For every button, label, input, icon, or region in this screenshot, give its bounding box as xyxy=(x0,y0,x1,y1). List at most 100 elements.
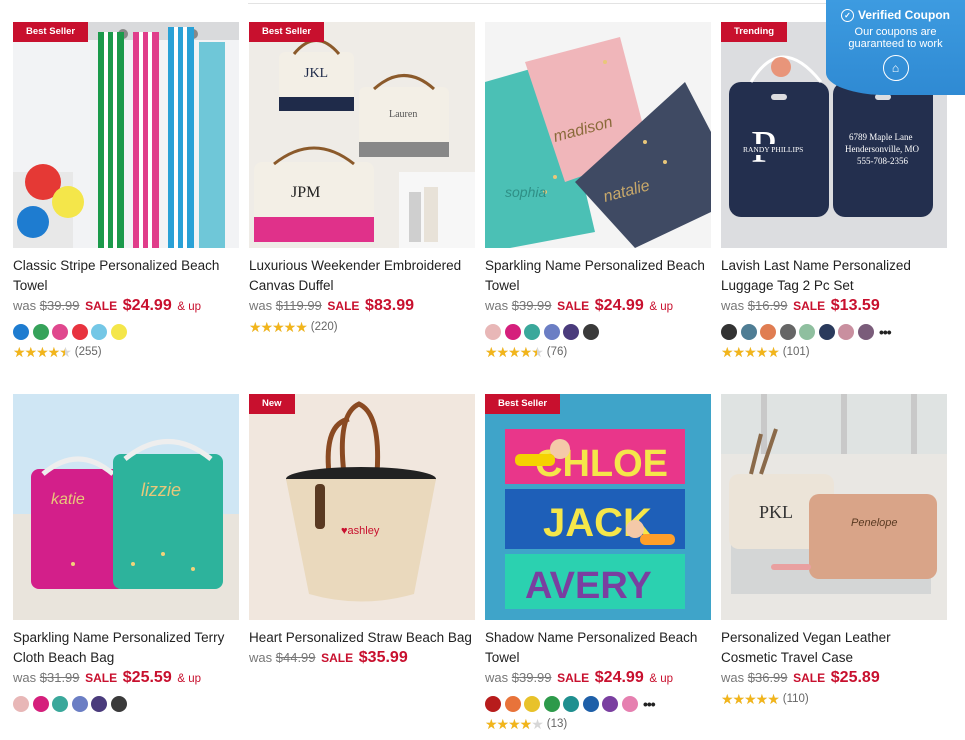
star-rating-icon: ★★★★★★★★★★ xyxy=(485,716,544,732)
star-rating-icon: ★★★★★★★★★★ xyxy=(485,344,544,360)
color-swatch[interactable] xyxy=(71,324,88,340)
color-swatch[interactable] xyxy=(838,324,854,340)
original-price: $16.99 xyxy=(747,298,788,313)
color-swatch[interactable] xyxy=(524,324,540,340)
original-price: $44.99 xyxy=(275,650,316,665)
color-swatch[interactable] xyxy=(563,696,579,712)
review-count: (13) xyxy=(546,718,568,730)
color-swatch[interactable] xyxy=(582,696,599,712)
product-card[interactable]: madison natalie sophia Sparkling Name Pe… xyxy=(485,22,711,360)
color-swatch[interactable] xyxy=(52,696,68,712)
coupon-subtitle: Our coupons are guaranteed to work xyxy=(848,26,943,50)
product-card[interactable]: katie lizzie Sparkling Name Personalized… xyxy=(13,394,239,714)
product-card[interactable]: JKL Lauren JPM Best Seller Luxurious Wee… xyxy=(249,22,475,335)
color-swatches xyxy=(13,694,239,714)
original-price: $31.99 xyxy=(39,670,80,685)
product-card[interactable]: CHLOE JACK AVERY Best Seller Shadow Name… xyxy=(485,394,711,732)
product-title[interactable]: Sparkling Name Personalized Terry Cloth … xyxy=(13,628,239,668)
color-swatch[interactable] xyxy=(543,696,560,712)
sale-price: $24.99 xyxy=(594,297,644,314)
product-card[interactable]: Best Seller Classic Stripe Personalized … xyxy=(13,22,239,360)
color-swatch[interactable] xyxy=(504,324,521,340)
svg-text:6789 Maple Lane: 6789 Maple Lane xyxy=(849,132,912,142)
product-image[interactable]: madison natalie sophia xyxy=(485,22,711,248)
product-image[interactable]: CHLOE JACK AVERY Best Seller xyxy=(485,394,711,620)
color-swatch[interactable] xyxy=(740,324,757,340)
color-swatch[interactable] xyxy=(13,324,29,340)
color-swatch[interactable] xyxy=(543,324,560,340)
color-swatch[interactable] xyxy=(91,324,107,340)
product-rating: ★★★★★ ★★★★★ (220) xyxy=(249,319,475,335)
more-colors-icon[interactable]: ••• xyxy=(643,697,656,711)
verified-coupon-badge[interactable]: ✓ Verified Coupon Our coupons are guarant… xyxy=(826,0,965,95)
check-circle-icon: ✓ xyxy=(840,8,854,22)
product-title[interactable]: Shadow Name Personalized Beach Towel xyxy=(485,628,711,668)
color-swatch[interactable] xyxy=(485,696,501,712)
product-badge: Best Seller xyxy=(13,22,89,42)
review-count: (101) xyxy=(782,346,810,358)
star-rating-icon: ★★★★★★★★★★ xyxy=(249,319,308,335)
color-swatches: ••• xyxy=(485,694,711,714)
color-swatch[interactable] xyxy=(110,696,127,712)
product-price: was $39.99 SALE $24.99 & up xyxy=(13,297,202,314)
product-title[interactable]: Luxurious Weekender Embroidered Canvas D… xyxy=(249,256,475,296)
product-rating: ★★★★★ ★★★★★ (110) xyxy=(721,691,947,707)
color-swatches: ••• xyxy=(721,322,947,342)
product-image[interactable]: JKL Lauren JPM Best Seller xyxy=(249,22,475,248)
color-swatch[interactable] xyxy=(602,696,618,712)
color-swatch[interactable] xyxy=(563,324,579,340)
color-swatch[interactable] xyxy=(52,324,68,340)
color-swatches xyxy=(13,322,239,342)
color-swatch[interactable] xyxy=(91,696,107,712)
color-swatch[interactable] xyxy=(721,324,737,340)
product-title[interactable]: Lavish Last Name Personalized Luggage Ta… xyxy=(721,256,947,296)
top-divider xyxy=(248,3,828,4)
color-swatch[interactable] xyxy=(504,696,521,712)
product-title[interactable]: Classic Stripe Personalized Beach Towel xyxy=(13,256,239,296)
color-swatch[interactable] xyxy=(582,324,599,340)
coupon-logo-icon: ⌂ xyxy=(882,55,909,81)
product-image[interactable]: Best Seller xyxy=(13,22,239,248)
star-rating-icon: ★★★★★★★★★★ xyxy=(721,344,780,360)
color-swatch[interactable] xyxy=(621,696,638,712)
color-swatch[interactable] xyxy=(779,324,796,340)
product-image[interactable]: ♥ashley New xyxy=(249,394,475,620)
color-swatch[interactable] xyxy=(857,324,874,340)
svg-text:JPM: JPM xyxy=(291,184,320,201)
more-colors-icon[interactable]: ••• xyxy=(879,325,892,339)
color-swatch[interactable] xyxy=(524,696,540,712)
sale-label: SALE xyxy=(85,299,118,313)
original-price: $119.99 xyxy=(275,298,322,313)
original-price: $39.99 xyxy=(511,298,552,313)
product-image[interactable]: PKL Penelope xyxy=(721,394,947,620)
product-card[interactable]: ♥ashley New Heart Personalized Straw Bea… xyxy=(249,394,475,669)
sale-price: $35.99 xyxy=(358,649,408,666)
color-swatch[interactable] xyxy=(818,324,835,340)
sale-label: SALE xyxy=(793,299,826,313)
svg-text:Hendersonville, MO: Hendersonville, MO xyxy=(845,144,919,154)
sale-price: $13.59 xyxy=(830,297,880,314)
product-price: was $44.99 SALE $35.99 xyxy=(249,649,408,666)
product-badge: Best Seller xyxy=(249,22,325,42)
product-title[interactable]: Personalized Vegan Leather Cosmetic Trav… xyxy=(721,628,947,668)
product-image[interactable]: katie lizzie xyxy=(13,394,239,620)
sale-price: $83.99 xyxy=(365,297,414,314)
product-card[interactable]: PKL Penelope Personalized Vegan Leather … xyxy=(721,394,947,707)
review-count: (255) xyxy=(74,346,102,358)
sale-label: SALE xyxy=(85,671,118,685)
color-swatch[interactable] xyxy=(485,324,501,340)
color-swatch[interactable] xyxy=(799,324,815,340)
sale-price: $24.99 xyxy=(122,297,172,314)
color-swatch[interactable] xyxy=(32,696,49,712)
svg-text:sophia: sophia xyxy=(505,184,546,200)
svg-text:AVERY: AVERY xyxy=(525,565,652,607)
product-title[interactable]: Heart Personalized Straw Beach Bag xyxy=(249,628,475,648)
product-title[interactable]: Sparkling Name Personalized Beach Towel xyxy=(485,256,711,296)
color-swatch[interactable] xyxy=(71,696,88,712)
color-swatch[interactable] xyxy=(13,696,29,712)
color-swatch[interactable] xyxy=(760,324,776,340)
product-price: was $36.99 SALE $25.89 xyxy=(721,669,880,686)
color-swatch[interactable] xyxy=(110,324,127,340)
svg-text:PKL: PKL xyxy=(759,502,793,522)
color-swatch[interactable] xyxy=(32,324,49,340)
